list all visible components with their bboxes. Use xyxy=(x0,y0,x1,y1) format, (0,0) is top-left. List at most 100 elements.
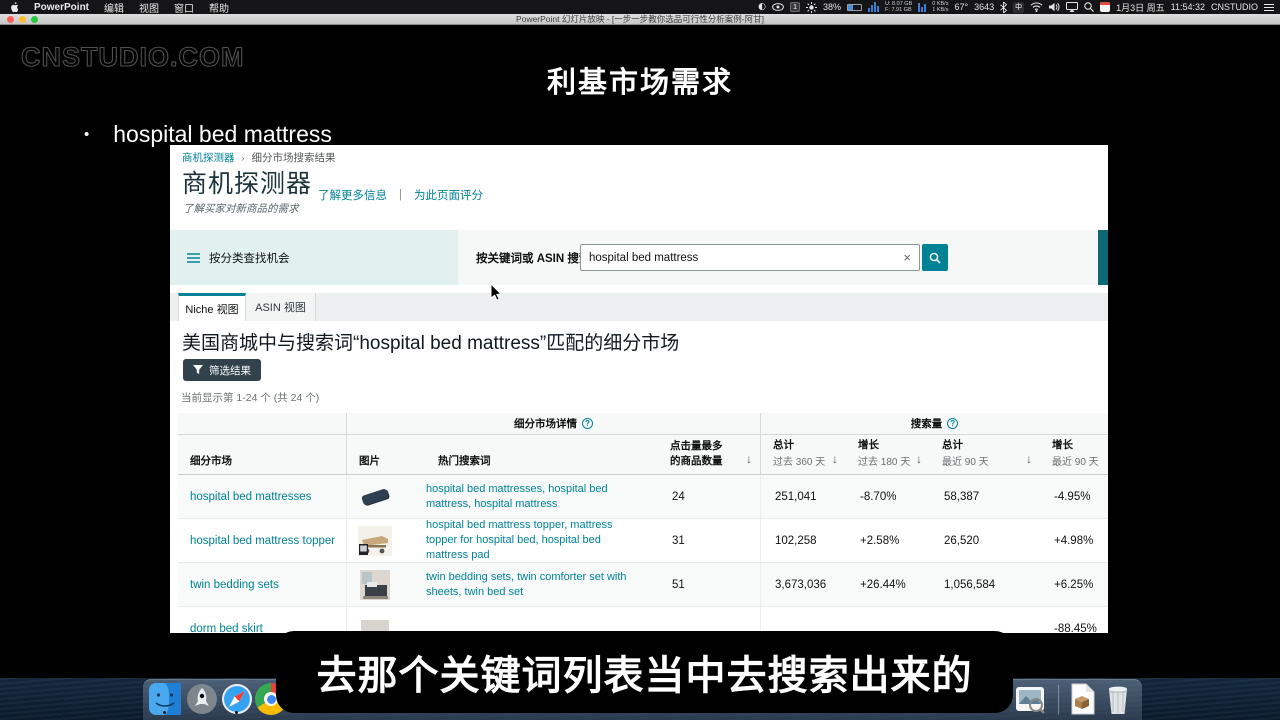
growth-90-value: -4.95% xyxy=(1040,491,1090,503)
niche-link[interactable]: hospital bed mattress topper xyxy=(178,535,335,547)
zoom-icon xyxy=(31,16,38,23)
temperature-value[interactable]: 67° xyxy=(954,2,968,12)
bluetooth-icon[interactable] xyxy=(1000,1,1007,13)
col-header-keywords: 热门搜索词 xyxy=(426,435,658,474)
menu-item-window[interactable]: 窗口 xyxy=(174,0,194,15)
fan-speed-value[interactable]: 3643 xyxy=(974,2,994,12)
sort-down-icon[interactable]: ↓ xyxy=(1026,452,1032,466)
finder-icon[interactable] xyxy=(149,683,181,715)
menu-item-help[interactable]: 帮助 xyxy=(209,0,229,15)
search-label: 按关键词或 ASIN 搜索 xyxy=(476,250,590,266)
funnel-icon xyxy=(193,365,203,375)
minimize-icon xyxy=(19,16,26,23)
clicked-products-value: 24 xyxy=(658,491,685,503)
airplay-icon[interactable] xyxy=(1066,1,1078,13)
disk-meter-icon[interactable] xyxy=(918,2,926,12)
close-icon xyxy=(7,16,14,23)
sort-down-icon[interactable]: ↓ xyxy=(746,452,752,466)
edge-widget xyxy=(1098,230,1108,285)
growth-90-value: +6.25% xyxy=(1040,579,1093,591)
preview-icon[interactable] xyxy=(1014,683,1046,715)
top-keywords-link[interactable]: hospital bed mattress topper, mattress t… xyxy=(426,518,658,563)
results-heading: 美国商城中与搜索词“hospital bed mattress”匹配的细分市场 xyxy=(182,328,679,355)
running-indicator xyxy=(163,711,166,714)
tab-niche-view[interactable]: Niche 视图 xyxy=(178,293,246,321)
col-header-image: 图片 xyxy=(346,435,426,474)
notification-badge-icon[interactable]: 1 xyxy=(790,2,800,12)
column-header-row: 细分市场 图片 热门搜索词 点击量最多的商品数量 ↓ 总计过去 360 天 ↓ … xyxy=(178,435,1108,475)
hamburger-icon xyxy=(187,253,200,263)
traffic-lights[interactable] xyxy=(7,16,38,23)
tab-bar: Niche 视图 ASIN 视图 xyxy=(170,293,1108,321)
menubar-date[interactable]: 1月3日 周五 xyxy=(1116,1,1165,14)
clicked-products-value: 51 xyxy=(658,579,685,591)
product-thumbnail xyxy=(355,482,395,512)
sort-down-icon[interactable]: ↓ xyxy=(916,452,922,466)
top-keywords-link[interactable]: hospital bed mattresses, hospital bed ma… xyxy=(426,482,658,512)
breadcrumb-root[interactable]: 商机探测器 xyxy=(182,150,235,165)
filter-results-button[interactable]: 筛选结果 xyxy=(183,359,261,381)
subtitle-text: 去那个关键词列表当中去搜索出来的 xyxy=(317,643,973,701)
menu-item-edit[interactable]: 编辑 xyxy=(104,0,124,15)
learn-more-link[interactable]: 了解更多信息 xyxy=(318,187,387,203)
notification-center-icon[interactable] xyxy=(1264,2,1274,13)
niche-link[interactable]: hospital bed mattresses xyxy=(178,491,311,503)
brightness-icon[interactable] xyxy=(806,1,817,13)
screen: PowerPoint 编辑 视图 窗口 帮助 ◐ 1 38% U: 8.07 G… xyxy=(0,0,1280,720)
trash-icon[interactable] xyxy=(1102,683,1134,715)
search-input[interactable]: hospital bed mattress × xyxy=(580,244,920,271)
network-stats[interactable]: 0 KB/s 1 KB/s xyxy=(932,1,948,13)
spotlight-icon[interactable] xyxy=(1084,1,1094,13)
safari-icon[interactable] xyxy=(221,683,253,715)
cpu-meter-icon[interactable] xyxy=(868,2,879,12)
group-header-volume: 搜索量 xyxy=(911,416,943,431)
col-header-total-360[interactable]: 总计过去 360 天 ↓ xyxy=(760,435,846,474)
tab-asin-view[interactable]: ASIN 视图 xyxy=(246,293,316,321)
menu-item-view[interactable]: 视图 xyxy=(139,0,159,15)
filter-button-label: 筛选结果 xyxy=(209,363,251,378)
col-header-growth-90[interactable]: 增长最近 90 天 xyxy=(1040,435,1108,474)
browse-categories-button[interactable]: 按分类查找机会 xyxy=(170,230,458,285)
breadcrumb: 商机探测器 › 细分市场搜索结果 xyxy=(182,150,336,165)
group-header-details: 细分市场详情 xyxy=(514,416,577,431)
installer-icon[interactable] xyxy=(1066,683,1098,715)
rate-page-link[interactable]: 为此页面评分 xyxy=(414,187,483,203)
niche-link[interactable]: dorm bed skirt xyxy=(178,623,263,634)
group-header-row: 细分市场详情 ? 搜索量 ? xyxy=(178,413,1108,435)
apple-menu-icon[interactable] xyxy=(10,1,19,13)
total-90-value: 58,387 xyxy=(930,491,979,503)
total-90-value: 26,520 xyxy=(930,535,979,547)
wifi-icon[interactable] xyxy=(1030,1,1043,13)
bullet-item: • hospital bed mattress xyxy=(84,121,332,148)
moon-icon[interactable]: ◐ xyxy=(758,1,766,13)
menubar-username[interactable]: CNSTUDIO xyxy=(1211,2,1258,12)
battery-icon[interactable] xyxy=(847,4,862,11)
sort-down-icon[interactable]: ↓ xyxy=(832,452,838,466)
launchpad-icon[interactable] xyxy=(186,683,218,715)
search-button[interactable] xyxy=(922,244,948,271)
niche-link[interactable]: twin bedding sets xyxy=(178,579,279,591)
col-header-clicked[interactable]: 点击量最多的商品数量 ↓ xyxy=(658,435,760,474)
table-row: hospital bed mattresses hospital bed mat… xyxy=(178,475,1108,519)
info-icon[interactable]: ? xyxy=(582,418,593,429)
memory-stats[interactable]: U: 8.07 GB F: 7.91 GB xyxy=(885,1,912,13)
battery-percent[interactable]: 38% xyxy=(823,2,841,12)
top-keywords-link[interactable]: twin bedding sets, twin comforter set wi… xyxy=(426,570,658,600)
opportunity-explorer-screenshot: 商机探测器 › 细分市场搜索结果 商机探测器 了解更多信息 | 为此页面评分 了… xyxy=(170,145,1108,633)
clear-search-icon[interactable]: × xyxy=(903,250,911,265)
volume-icon[interactable] xyxy=(1049,1,1060,13)
table-row: dorm bed skirt -88.45% xyxy=(178,607,1108,633)
chevron-right-icon: › xyxy=(242,153,245,163)
input-method-icon[interactable]: 中 xyxy=(1013,2,1024,13)
results-count: 当前显示第 1-24 个 (共 24 个) xyxy=(181,390,319,405)
menu-item-app[interactable]: PowerPoint xyxy=(34,2,89,13)
col-header-growth-180[interactable]: 增长过去 180 天 ↓ xyxy=(846,435,930,474)
eye-icon[interactable] xyxy=(772,1,784,13)
col-header-niche[interactable]: 细分市场 xyxy=(178,435,346,474)
info-icon[interactable]: ? xyxy=(947,418,958,429)
col-header-total-90[interactable]: 总计最近 90 天 ↓ xyxy=(930,435,1040,474)
menubar-time[interactable]: 11:54:32 xyxy=(1171,2,1205,12)
slide-title: 利基市场需求 xyxy=(0,59,1280,101)
page-title: 商机探测器 xyxy=(182,164,312,200)
calendar-icon[interactable] xyxy=(1100,2,1110,12)
